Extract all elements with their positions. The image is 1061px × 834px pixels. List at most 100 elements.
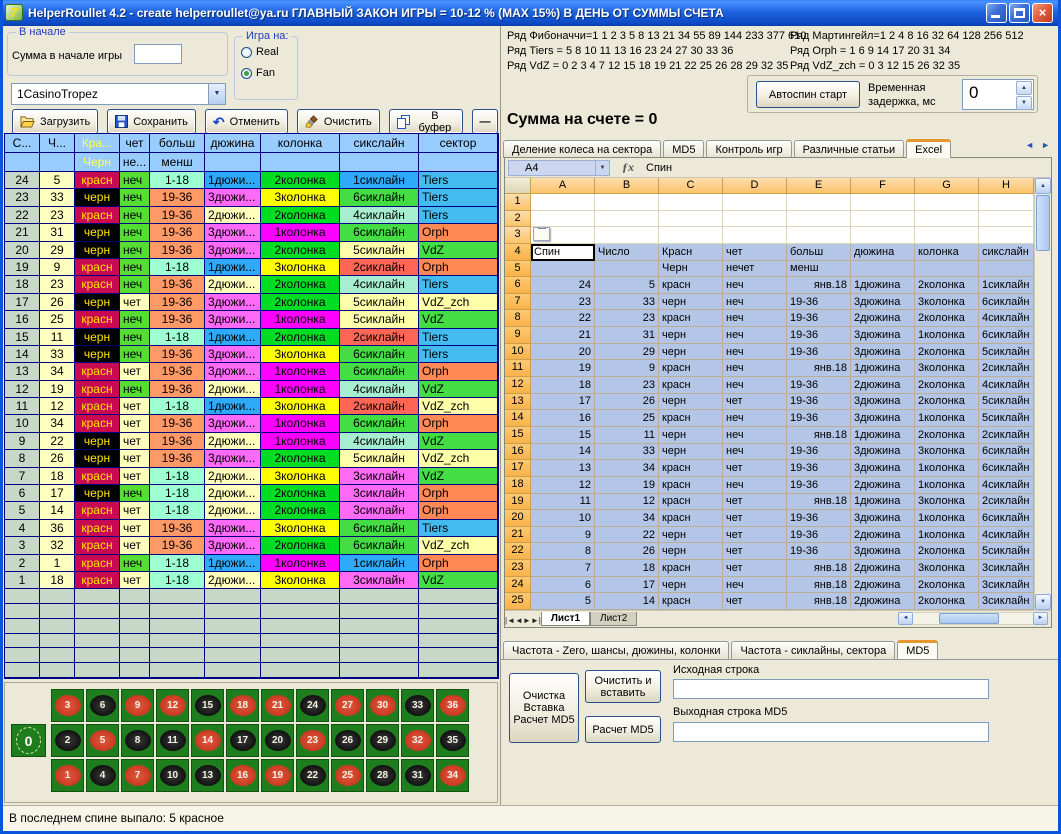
spins-cell[interactable]: черн [75,189,120,206]
spins-cell[interactable]: 1колонка [261,311,340,328]
spins-col-header[interactable] [419,153,498,172]
spins-cell[interactable]: неч [120,172,150,189]
excel-cell[interactable]: 23 [595,310,659,327]
spins-cell[interactable]: 12 [5,381,40,398]
excel-cell[interactable]: 6сиклайн [979,460,1034,477]
excel-cell[interactable] [659,211,723,228]
excel-cell[interactable]: 19-36 [787,444,851,461]
spins-cell[interactable]: Orph [419,502,498,519]
spins-cell[interactable]: 34 [40,415,75,432]
excel-cell[interactable]: 14 [531,444,595,461]
excel-cell[interactable] [723,194,787,211]
excel-cell[interactable] [787,211,851,228]
spins-cell[interactable]: 1колонка [261,433,340,450]
excel-row-header-4[interactable]: 4 [505,244,531,261]
spins-col-header[interactable]: больш [150,134,205,153]
excel-cell[interactable]: красн [659,494,723,511]
spins-cell[interactable]: 1-18 [150,468,205,485]
excel-cell[interactable]: 19 [531,360,595,377]
spins-cell[interactable]: 18 [40,468,75,485]
excel-cell[interactable]: 1дюжина [851,360,915,377]
spins-cell[interactable]: 5 [40,172,75,189]
spins-cell[interactable]: 3сиклайн [340,468,419,485]
spins-cell[interactable]: 2колонка [261,172,340,189]
spins-cell[interactable]: 19-36 [150,415,205,432]
spins-cell[interactable]: Tiers [419,189,498,206]
spins-cell[interactable]: 1сиклайн [340,172,419,189]
excel-cell[interactable]: больш [787,244,851,261]
spins-cell[interactable]: 3сиклайн [340,502,419,519]
excel-cell[interactable]: неч [723,377,787,394]
spins-cell[interactable]: 23 [40,276,75,293]
excel-cell[interactable]: 18 [531,377,595,394]
excel-cell[interactable]: 3дюжина [851,460,915,477]
excel-cell[interactable]: 19-36 [787,510,851,527]
spins-cell[interactable]: 22 [40,433,75,450]
sheet-nav-icon[interactable]: ► [523,616,531,625]
roulette-number-35[interactable]: 35 [436,724,469,757]
excel-cell[interactable] [787,227,851,244]
excel-row-header-1[interactable]: 1 [505,194,531,211]
spins-cell[interactable]: красн [75,172,120,189]
excel-cell[interactable]: чет [723,560,787,577]
spins-cell[interactable]: 2 [5,555,40,572]
scroll-down-icon[interactable]: ▼ [1035,594,1051,610]
spins-cell[interactable]: 21 [5,224,40,241]
spins-cell[interactable]: 25 [40,311,75,328]
spins-cell[interactable]: Tiers [419,520,498,537]
spins-cell[interactable]: 2колонка [261,294,340,311]
spins-cell[interactable]: черн [75,329,120,346]
excel-cell[interactable]: чет [723,494,787,511]
spins-cell[interactable]: 1колонка [261,363,340,380]
spins-cell[interactable]: Tiers [419,276,498,293]
spins-cell[interactable]: VdZ_zch [419,537,498,554]
spins-cell[interactable]: красн [75,398,120,415]
spins-col-header[interactable] [5,153,40,172]
spins-cell[interactable]: чет [120,537,150,554]
spins-cell[interactable]: Orph [419,363,498,380]
collapse-button[interactable]: — [472,109,498,134]
spins-cell[interactable]: 6сиклайн [340,520,419,537]
spins-cell[interactable]: 3колонка [261,398,340,415]
spins-cell[interactable]: 1колонка [261,555,340,572]
excel-cell[interactable]: черн [659,294,723,311]
excel-row-header-14[interactable]: 14 [505,410,531,427]
source-string-input[interactable] [673,679,989,699]
spins-col-header[interactable]: колонка [261,134,340,153]
spins-cell[interactable]: 33 [40,346,75,363]
excel-cell[interactable]: чет [723,543,787,560]
roulette-number-33[interactable]: 33 [401,689,434,722]
spins-cell[interactable]: 8 [5,450,40,467]
spins-cell[interactable]: 32 [40,537,75,554]
excel-cell[interactable]: 3колонка [915,494,979,511]
excel-cell[interactable]: 19-36 [787,377,851,394]
maximize-button[interactable] [1009,3,1030,23]
excel-cell[interactable]: неч [723,410,787,427]
chevron-down-icon[interactable]: ▼ [208,84,225,104]
excel-cell[interactable]: 1дюжина [851,494,915,511]
spins-cell[interactable]: VdZ_zch [419,398,498,415]
excel-cell[interactable]: неч [723,310,787,327]
excel-cell[interactable]: 19-36 [787,527,851,544]
excel-cell[interactable]: 17 [531,394,595,411]
spinner-up-icon[interactable]: ▲ [1016,81,1032,95]
autospin-start-button[interactable]: Автоспин старт [756,81,860,108]
spins-cell[interactable]: чет [120,450,150,467]
roulette-number-14[interactable]: 14 [191,724,224,757]
excel-cell[interactable] [915,194,979,211]
roulette-number-8[interactable]: 8 [121,724,154,757]
excel-corner-cell[interactable] [505,178,531,194]
excel-row-header-9[interactable]: 9 [505,327,531,344]
tab-Контроль игр[interactable]: Контроль игр [706,140,791,158]
excel-cell[interactable]: 3сиклайн [979,593,1034,610]
excel-row-header-12[interactable]: 12 [505,377,531,394]
excel-cell[interactable]: неч [723,577,787,594]
excel-cell[interactable] [531,194,595,211]
spins-cell[interactable]: 2дюжи... [205,433,261,450]
roulette-number-16[interactable]: 16 [226,759,259,792]
spins-cell[interactable]: 33 [40,189,75,206]
excel-cell[interactable] [595,194,659,211]
excel-cell[interactable]: 2сиклайн [979,360,1034,377]
spins-cell[interactable]: 4сиклайн [340,207,419,224]
excel-cell[interactable]: 2колонка [915,577,979,594]
